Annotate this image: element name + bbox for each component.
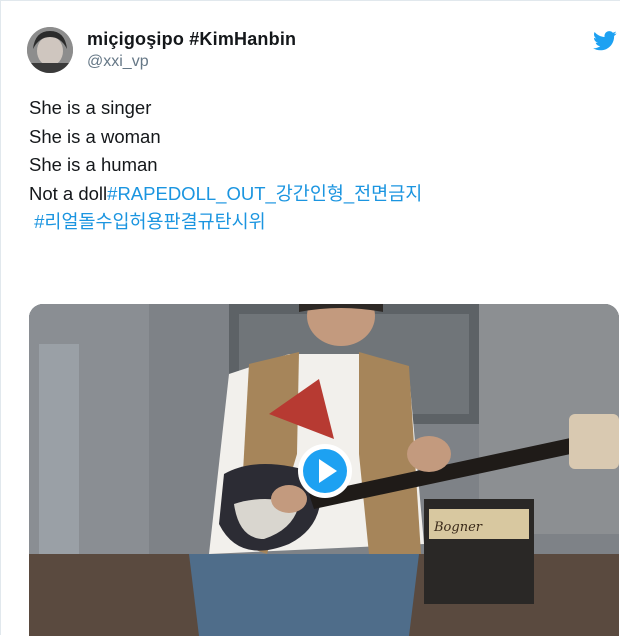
amp-brand-text: Bogner xyxy=(433,520,483,535)
tweet-line-text: Not a doll xyxy=(29,182,108,204)
tweet-line: #리얼돌수입허용판결규탄시위 xyxy=(29,208,599,237)
hashtag-link[interactable]: #RAPEDOLL_OUT_강간인형_전면금지 xyxy=(107,183,422,204)
tweet-card[interactable]: miçigoşipo #KimHanbin @xxi_vp She is a s… xyxy=(0,0,620,636)
tweet-line: Not a doll#RAPEDOLL_OUT_강간인형_전면금지 xyxy=(29,180,599,209)
avatar[interactable] xyxy=(27,27,73,73)
display-name[interactable]: miçigoşipo #KimHanbin xyxy=(87,29,296,50)
hashtag-link[interactable]: #리얼돌수입허용판결규탄시위 xyxy=(34,211,266,232)
user-handle[interactable]: @xxi_vp xyxy=(87,53,149,71)
tweet-line: She is a singer xyxy=(29,97,152,118)
twitter-bird-icon[interactable] xyxy=(593,31,617,51)
play-button[interactable] xyxy=(296,442,354,500)
tweet-line: She is a woman xyxy=(29,125,161,147)
play-icon xyxy=(298,444,352,498)
tweet-text: She is a singer She is a woman She is a … xyxy=(29,94,599,237)
tweet-line: She is a human xyxy=(29,154,158,175)
